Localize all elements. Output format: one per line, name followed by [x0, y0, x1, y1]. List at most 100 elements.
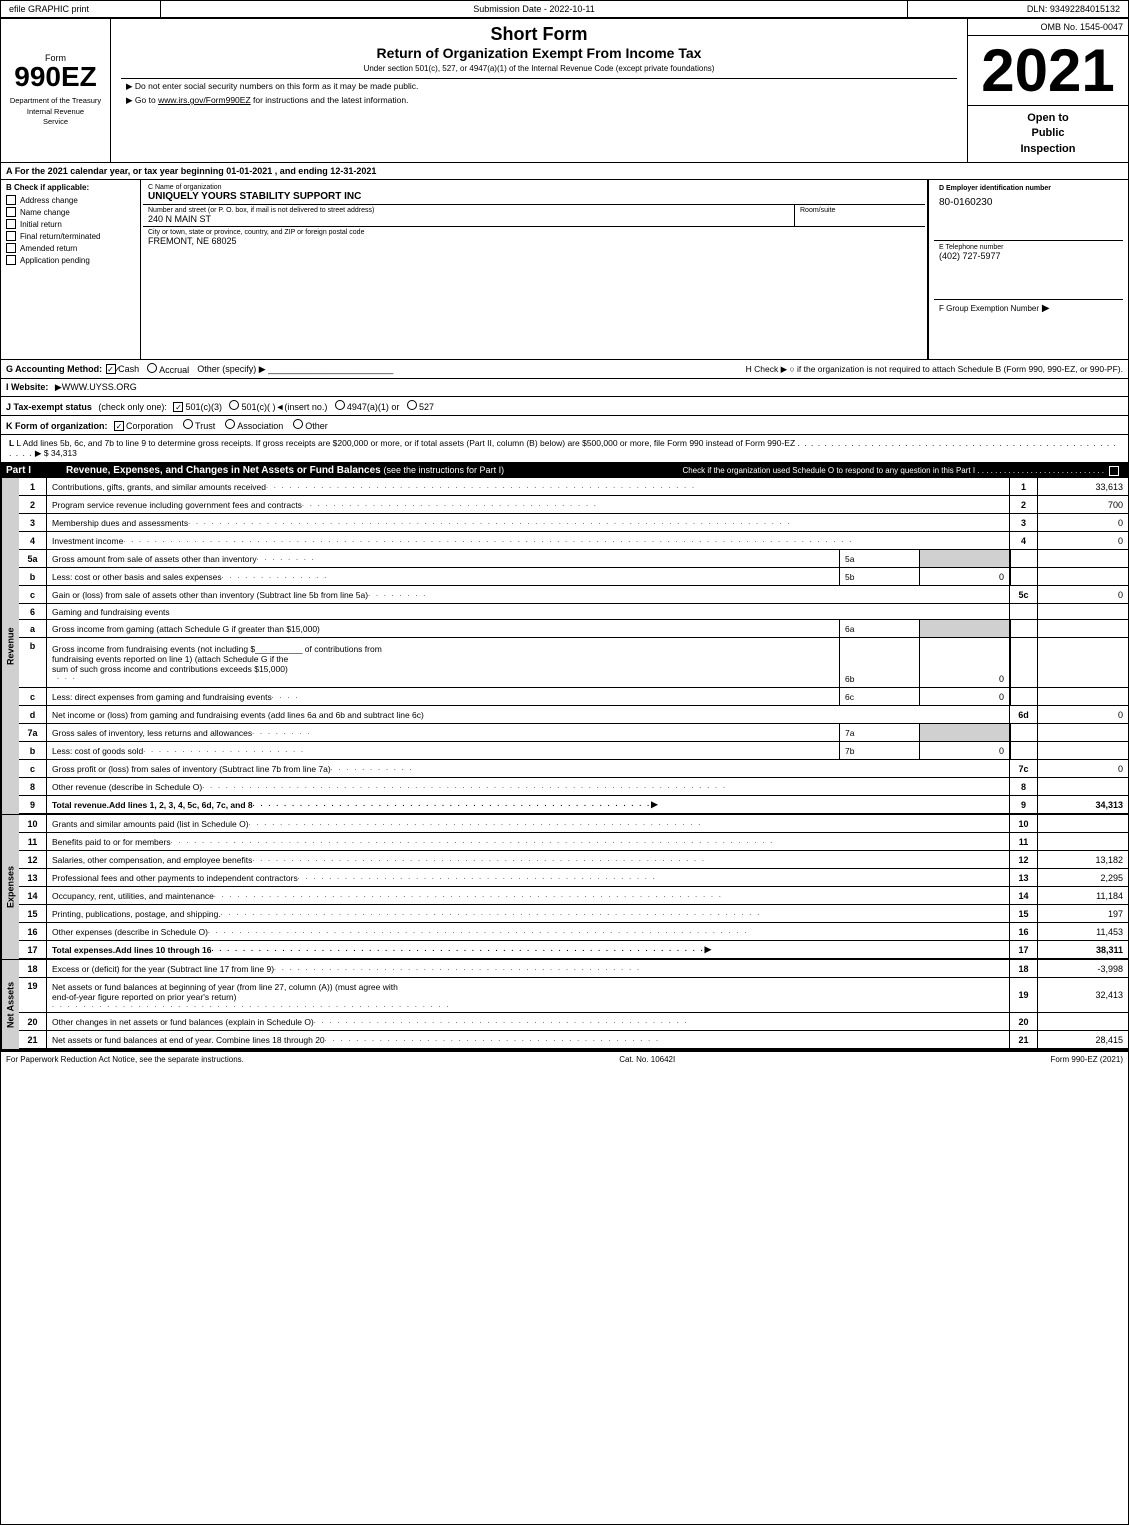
form-number: 990EZ — [14, 63, 97, 91]
form-dept: Department of the TreasuryInternal Reven… — [10, 96, 101, 128]
table-row: 1 Contributions, gifts, grants, and simi… — [19, 478, 1128, 496]
row-linenum-4: 4 — [1010, 532, 1038, 549]
check-final-return[interactable]: Final return/terminated — [6, 231, 135, 241]
form-org-k-label: K Form of organization: — [6, 421, 108, 431]
check-application-pending[interactable]: Application pending — [6, 255, 135, 265]
row-linenum-2: 2 — [1010, 496, 1038, 513]
row-desc-5c: Gain or (loss) from sale of assets other… — [47, 586, 1010, 603]
acct-h-text: H Check ▶ ○ if the organization is not r… — [746, 364, 1123, 375]
expenses-side-label: Expenses — [1, 815, 19, 959]
phone-label: E Telephone number — [939, 244, 1118, 251]
label-amended-return: Amended return — [20, 244, 77, 253]
row-desc-7c: Gross profit or (loss) from sales of inv… — [47, 760, 1010, 777]
sub-value-7b: 0 — [920, 742, 1010, 759]
table-row: 6 Gaming and fundraising events — [19, 604, 1128, 620]
footer-paperwork: For Paperwork Reduction Act Notice, see … — [6, 1055, 244, 1064]
row-desc-15: Printing, publications, postage, and shi… — [47, 905, 1010, 922]
table-row: 5a Gross amount from sale of assets othe… — [19, 550, 1128, 568]
row-num-16: 16 — [19, 923, 47, 940]
revenue-side-label: Revenue — [1, 478, 19, 814]
sub-label-7b: 7b — [840, 742, 920, 759]
row-num-14: 14 — [19, 887, 47, 904]
check-initial-return[interactable]: Initial return — [6, 219, 135, 229]
row-linenum-7c: 7c — [1010, 760, 1038, 777]
row-num-1: 1 — [19, 478, 47, 495]
row-desc-6b: Gross income from fundraising events (no… — [47, 638, 840, 687]
row-desc-14: Occupancy, rent, utilities, and maintena… — [47, 887, 1010, 904]
checkbox-address-change[interactable] — [6, 195, 16, 205]
row-value-18: -3,998 — [1038, 960, 1128, 977]
row-linenum-8: 8 — [1010, 778, 1038, 795]
row-value-19: 32,413 — [1038, 978, 1128, 1012]
form-org-row: K Form of organization: ✓Corporation Tru… — [1, 416, 1128, 435]
form-title-main: Short Form — [121, 24, 957, 45]
open-to-public-label: Open toPublicInspection — [968, 106, 1128, 162]
row-num-9: 9 — [19, 796, 47, 813]
row-desc-8: Other revenue (describe in Schedule O) .… — [47, 778, 1010, 795]
checkbox-application-pending[interactable] — [6, 255, 16, 265]
checkbox-name-change[interactable] — [6, 207, 16, 217]
row-value-2: 700 — [1038, 496, 1128, 513]
row-desc-12: Salaries, other compensation, and employ… — [47, 851, 1010, 868]
label-application-pending: Application pending — [20, 256, 90, 265]
table-row: 18 Excess or (deficit) for the year (Sub… — [19, 960, 1128, 978]
row-desc-4: Investment income . . . . . . . . . . . … — [47, 532, 1010, 549]
tax-exempt-row: J Tax-exempt status (check only one): ✓5… — [1, 397, 1128, 416]
check-amended-return[interactable]: Amended return — [6, 243, 135, 253]
org-address-value: 240 N MAIN ST — [148, 214, 789, 224]
row-desc-21: Net assets or fund balances at end of ye… — [47, 1031, 1010, 1048]
row-value-6a — [1038, 620, 1128, 637]
table-row: c Less: direct expenses from gaming and … — [19, 688, 1128, 706]
row-num-20: 20 — [19, 1013, 47, 1030]
check-address-change[interactable]: Address change — [6, 195, 135, 205]
row-value-21: 28,415 — [1038, 1031, 1128, 1048]
part1-header: Part I Revenue, Expenses, and Changes in… — [1, 463, 1128, 478]
table-row: 14 Occupancy, rent, utilities, and maint… — [19, 887, 1128, 905]
part1-title: Revenue, Expenses, and Changes in Net As… — [66, 465, 504, 476]
row-desc-6a: Gross income from gaming (attach Schedul… — [47, 620, 840, 637]
checkbox-amended-return[interactable] — [6, 243, 16, 253]
table-row: 16 Other expenses (describe in Schedule … — [19, 923, 1128, 941]
bullet1: ▶ Do not enter social security numbers o… — [126, 81, 952, 92]
checkbox-final-return[interactable] — [6, 231, 16, 241]
row-num-5b: b — [19, 568, 47, 585]
label-address-change: Address change — [20, 196, 78, 205]
table-row: 8 Other revenue (describe in Schedule O)… — [19, 778, 1128, 796]
checkbox-initial-return[interactable] — [6, 219, 16, 229]
table-row: 7a Gross sales of inventory, less return… — [19, 724, 1128, 742]
add-lines-value: $ 34,313 — [44, 448, 77, 458]
row-linenum-19: 19 — [1010, 978, 1038, 1012]
row-desc-7b: Less: cost of goods sold . . . . . . . .… — [47, 742, 840, 759]
table-row: 12 Salaries, other compensation, and emp… — [19, 851, 1128, 869]
row-value-13: 2,295 — [1038, 869, 1128, 886]
employer-id-value: 80-0160230 — [939, 197, 1118, 208]
tax-exempt-options: ✓501(c)(3) 501(c)( )◄(insert no.) 4947(a… — [173, 402, 434, 412]
row-linenum-6b — [1010, 638, 1038, 687]
sub-value-6b: 0 — [920, 638, 1010, 687]
row-value-5c: 0 — [1038, 586, 1128, 603]
submission-date: Submission Date - 2022-10-11 — [161, 1, 908, 17]
row-linenum-5a — [1010, 550, 1038, 567]
row-value-12: 13,182 — [1038, 851, 1128, 868]
tax-exempt-j-label: J Tax-exempt status — [6, 402, 92, 412]
row-num-4: 4 — [19, 532, 47, 549]
omb-number: OMB No. 1545-0047 — [968, 19, 1128, 36]
row-desc-17: Total expenses. Add lines 10 through 16 … — [47, 941, 1010, 958]
row-linenum-10: 10 — [1010, 815, 1038, 832]
row-value-6b — [1038, 638, 1128, 687]
row-desc-6c: Less: direct expenses from gaming and fu… — [47, 688, 840, 705]
table-row: 4 Investment income . . . . . . . . . . … — [19, 532, 1128, 550]
row-desc-11: Benefits paid to or for members . . . . … — [47, 833, 1010, 850]
sub-value-6c: 0 — [920, 688, 1010, 705]
row-linenum-16: 16 — [1010, 923, 1038, 940]
table-row: 13 Professional fees and other payments … — [19, 869, 1128, 887]
row-num-6b: b — [19, 638, 47, 687]
row-desc-9: Total revenue. Add lines 1, 2, 3, 4, 5c,… — [47, 796, 1010, 813]
row-value-6c — [1038, 688, 1128, 705]
sub-label-6c: 6c — [840, 688, 920, 705]
org-city-value: FREMONT, NE 68025 — [148, 236, 920, 246]
row-num-10: 10 — [19, 815, 47, 832]
row-linenum-6 — [1010, 604, 1038, 619]
check-name-change[interactable]: Name change — [6, 207, 135, 217]
acct-accrual: Accrual — [147, 363, 189, 375]
